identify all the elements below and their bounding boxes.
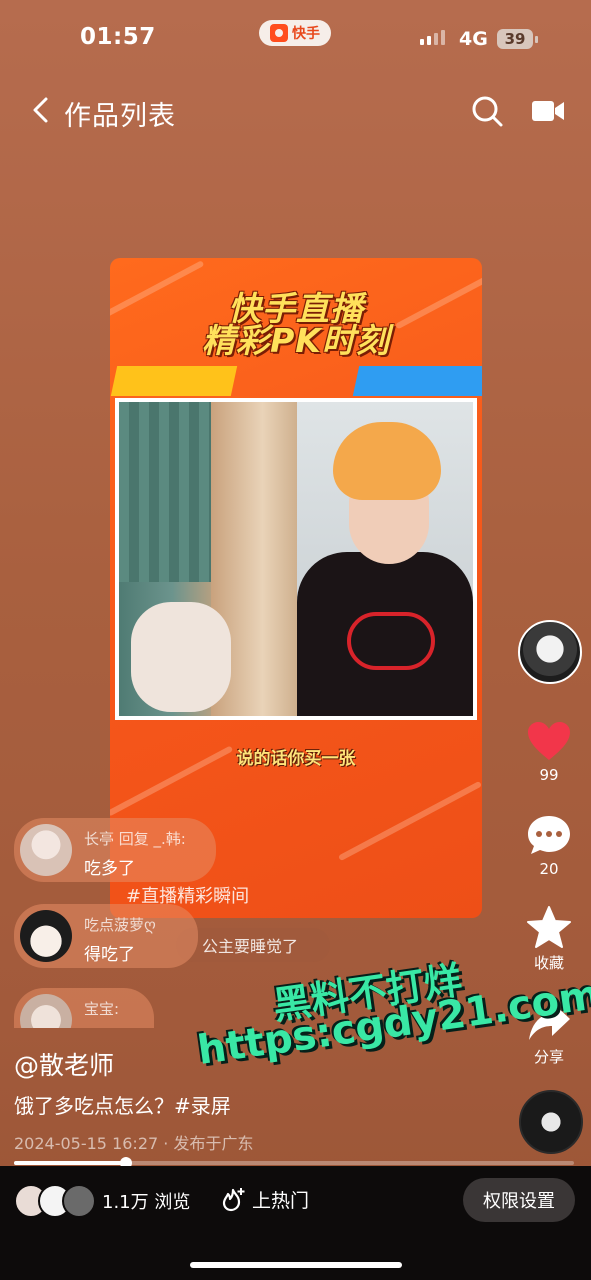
like-button[interactable]: 99	[520, 720, 578, 784]
promote-label: 上热门	[252, 1190, 310, 1212]
author-avatar[interactable]	[518, 620, 582, 684]
cover-title-line2: 精彩PK时刻	[202, 321, 390, 360]
video-caption: 说的话你买一张	[236, 749, 356, 769]
comment-bubble[interactable]: 长亭 回复 _.韩: 吃多了	[14, 818, 216, 882]
comment-user: 长亭 回复 _.韩:	[84, 830, 186, 848]
comment-bubble[interactable]: 宝宝:	[14, 988, 154, 1028]
view-count: 1.1万 浏览	[102, 1192, 191, 1213]
search-icon[interactable]	[470, 94, 504, 128]
comment-bubble[interactable]: 吃点菠萝ღ 得吃了	[14, 904, 198, 968]
page-title: 作品列表	[64, 101, 176, 132]
avatar	[62, 1184, 96, 1218]
back-arrow-icon[interactable]	[26, 94, 58, 126]
post-meta: 2024-05-15 16:27 · 发布于广东	[14, 1134, 254, 1153]
post-description: 饿了多吃点怎么？#录屏	[14, 1094, 231, 1118]
flame-plus-icon	[222, 1187, 245, 1211]
battery-icon: 39	[497, 29, 538, 49]
network-type: 4G	[459, 28, 488, 50]
app-indicator-pill: 快手	[259, 20, 331, 46]
avatar	[20, 910, 72, 962]
favorite-button[interactable]: 收藏	[520, 906, 578, 973]
favorite-label: 收藏	[533, 954, 564, 972]
video-sub-label: 公主要睡觉了	[176, 928, 330, 962]
pk-left-streamer	[119, 402, 297, 716]
pk-right-streamer	[297, 402, 473, 716]
progress-fill	[14, 1161, 126, 1165]
avatar	[20, 824, 72, 876]
comment-text: 吃多了	[84, 859, 135, 879]
avatar	[20, 994, 72, 1028]
permission-settings-button[interactable]: 权限设置	[463, 1178, 575, 1222]
comment-text: 得吃了	[84, 945, 135, 965]
comment-user: 吃点菠萝ღ	[84, 916, 156, 934]
home-indicator[interactable]	[190, 1262, 402, 1268]
viewer-avatars	[14, 1184, 96, 1218]
comment-user: 宝宝:	[84, 1000, 120, 1018]
comment-button[interactable]: 20	[520, 814, 578, 878]
app-name: 快手	[292, 26, 320, 42]
comment-count: 20	[539, 860, 559, 878]
video-camera-icon[interactable]	[530, 96, 566, 126]
heart-icon	[528, 722, 570, 760]
pk-screenshot	[115, 398, 477, 720]
signal-icon	[420, 30, 445, 45]
like-count: 99	[539, 766, 559, 784]
music-disc-icon[interactable]	[519, 1090, 583, 1154]
status-time: 01:57	[80, 24, 156, 50]
comment-icon	[528, 816, 570, 854]
pk-left-stripe	[110, 366, 238, 396]
kuaishou-logo-icon	[270, 24, 288, 42]
video-progress-bar[interactable]	[14, 1157, 574, 1169]
share-label: 分享	[533, 1048, 564, 1066]
author-name[interactable]: @散老师	[14, 1046, 114, 1082]
promote-button[interactable]: 上热门	[222, 1186, 309, 1213]
star-icon	[527, 906, 571, 948]
pk-right-stripe	[352, 366, 482, 396]
